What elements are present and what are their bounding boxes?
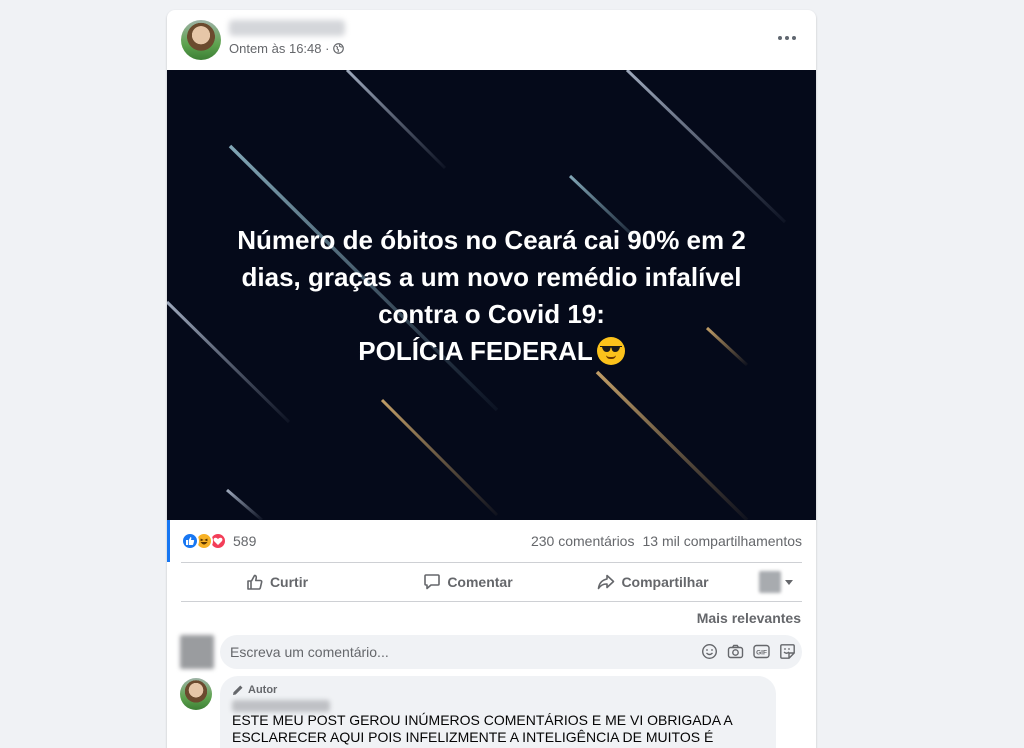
viewer-avatar-redacted[interactable] (180, 635, 214, 669)
image-text-line: Número de óbitos no Ceará cai 90% em 2 (237, 225, 746, 255)
camera-icon[interactable] (727, 643, 744, 660)
comment-text-line: ESCLARECER AQUI POIS INFELIZMENTE A INTE… (232, 729, 714, 745)
more-dot-icon (792, 36, 796, 40)
globe-icon (333, 43, 345, 54)
focus-indicator (167, 520, 170, 562)
post-header: Ontem às 16:48 · (167, 10, 816, 70)
reaction-count[interactable]: 589 (233, 533, 256, 549)
commenter-avatar[interactable] (180, 678, 212, 710)
gif-icon[interactable]: GIF (753, 643, 770, 660)
reaction-profile-selector[interactable] (759, 571, 793, 593)
post-image-text: Número de óbitos no Ceará cai 90% em 2 d… (167, 222, 816, 370)
image-text-line-last: POLÍCIA FEDERAL (167, 333, 816, 370)
comment-bubble-icon (424, 574, 441, 590)
image-text-line: contra o Covid 19: (378, 299, 605, 329)
image-text-line: POLÍCIA FEDERAL (358, 336, 593, 366)
image-text-line: dias, graças a um novo remédio infalível (241, 262, 742, 292)
commenter-name-redacted[interactable] (232, 700, 330, 712)
post-meta: Ontem às 16:48 · (229, 41, 345, 56)
post-image[interactable]: Número de óbitos no Ceará cai 90% em 2 d… (167, 70, 816, 520)
thumbs-up-icon (247, 574, 263, 590)
like-button[interactable]: Curtir (181, 565, 373, 599)
share-button[interactable]: Compartilhar (563, 565, 743, 599)
comment-sort-dropdown[interactable]: Mais relevantes (697, 610, 801, 626)
profile-avatar-redacted (759, 571, 781, 593)
comment-label: Comentar (447, 574, 513, 590)
like-reaction-icon (181, 532, 199, 550)
more-dot-icon (778, 36, 782, 40)
author-avatar[interactable] (181, 20, 221, 60)
reactions-summary[interactable]: 589 (181, 532, 256, 550)
author-name-redacted[interactable] (229, 20, 345, 36)
like-label: Curtir (269, 574, 309, 590)
comment-composer: GIF (180, 634, 802, 670)
more-dot-icon (785, 36, 789, 40)
post-timestamp[interactable]: Ontem às 16:48 · (229, 41, 329, 56)
post-actions: Curtir Comentar Compartilhar (181, 563, 802, 601)
comment-text: ESTE MEU POST GEROU INÚMEROS COMENTÁRIOS… (232, 712, 764, 746)
author-badge: Autor (232, 684, 764, 696)
caret-down-icon (785, 579, 793, 585)
comment-text-line: ESTE MEU POST GEROU INÚMEROS COMENTÁRIOS… (232, 712, 733, 728)
divider (181, 601, 802, 602)
pencil-icon (233, 685, 243, 695)
author-badge-label: Autor (248, 684, 278, 696)
share-arrow-icon (598, 574, 615, 590)
comment-bubble: Autor ESTE MEU POST GEROU INÚMEROS COMEN… (220, 676, 776, 748)
emoji-icon[interactable] (701, 643, 718, 660)
post-stats: 589 230 comentários 13 mil compartilhame… (181, 520, 802, 562)
post-card: Ontem às 16:48 · Número de óbitos no Cea… (167, 10, 816, 748)
more-options-button[interactable] (772, 26, 802, 50)
sticker-icon[interactable] (779, 643, 796, 660)
svg-text:GIF: GIF (756, 649, 767, 656)
composer-icons: GIF (701, 643, 796, 660)
comments-count-link[interactable]: 230 comentários (531, 533, 635, 549)
share-label: Compartilhar (621, 574, 709, 590)
engagement-counts: 230 comentários 13 mil compartilhamentos (531, 533, 802, 549)
sunglasses-emoji-icon (596, 337, 625, 365)
shares-count-link[interactable]: 13 mil compartilhamentos (642, 533, 802, 549)
comment-button[interactable]: Comentar (373, 565, 563, 599)
top-comment: Autor ESTE MEU POST GEROU INÚMEROS COMEN… (180, 676, 780, 748)
